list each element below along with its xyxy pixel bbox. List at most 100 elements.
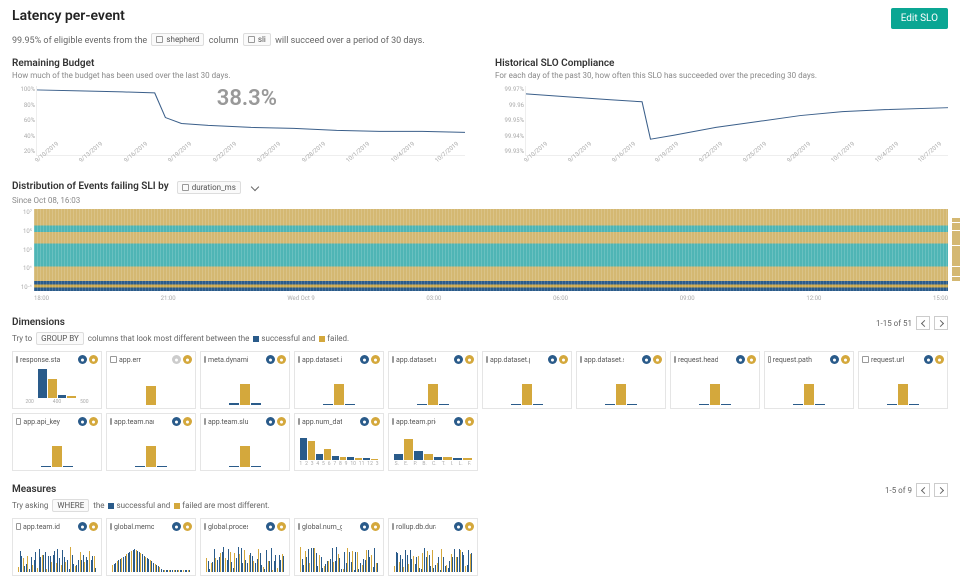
target-icon[interactable]: ●: [559, 355, 568, 364]
target-icon[interactable]: ●: [653, 355, 662, 364]
target-icon[interactable]: ●: [183, 355, 192, 364]
target-icon[interactable]: ●: [266, 417, 275, 426]
field-icon: [298, 523, 300, 530]
target-icon[interactable]: ●: [924, 355, 933, 364]
dimension-card[interactable]: app.team.name●●: [106, 413, 196, 471]
target-icon[interactable]: ●: [935, 355, 944, 364]
card-label: app.team.prici…: [396, 418, 436, 426]
target-icon[interactable]: ●: [78, 355, 87, 364]
dimensions-next-button[interactable]: [934, 316, 948, 330]
budget-title: Remaining Budget: [12, 58, 465, 69]
budget-subtitle: How much of the budget has been used ove…: [12, 71, 465, 80]
target-icon[interactable]: ●: [454, 417, 463, 426]
groupby-tag[interactable]: GROUP BY: [36, 332, 84, 345]
target-icon[interactable]: ●: [747, 355, 756, 364]
heatmap-field-tag[interactable]: duration_ms: [177, 181, 241, 194]
target-icon[interactable]: ●: [360, 522, 369, 531]
dimension-card[interactable]: app.dataset.na…●●: [388, 351, 478, 409]
heatmap-xaxis: 18:0021:00Wed Oct 903:0006:0009:0012:001…: [34, 295, 948, 302]
chevron-down-icon[interactable]: [249, 182, 261, 194]
target-icon[interactable]: ●: [360, 355, 369, 364]
dimension-card[interactable]: app.err●●: [106, 351, 196, 409]
dimension-card[interactable]: global.num_gor… ●●: [294, 518, 384, 576]
dimension-card[interactable]: global.memory_…●●: [106, 518, 196, 576]
target-icon[interactable]: ●: [89, 522, 98, 531]
card-label: response.statu…: [20, 356, 60, 364]
target-icon[interactable]: ●: [89, 417, 98, 426]
target-icon[interactable]: ●: [266, 522, 275, 531]
target-icon[interactable]: ●: [736, 355, 745, 364]
compliance-title: Historical SLO Compliance: [495, 58, 948, 69]
target-icon[interactable]: ●: [371, 417, 380, 426]
field-icon: [862, 356, 869, 363]
card-chart: [110, 366, 192, 405]
target-icon[interactable]: ●: [78, 522, 87, 531]
target-icon[interactable]: ●: [830, 355, 839, 364]
dimension-card[interactable]: app.dataset.sl… ●●: [576, 351, 666, 409]
where-tag[interactable]: WHERE: [52, 499, 89, 512]
measures-pager: 1-5 of 9: [885, 483, 948, 497]
target-icon[interactable]: ●: [183, 417, 192, 426]
budget-yaxis: 100%80%60%40%20%: [15, 86, 35, 155]
field-icon: [110, 523, 112, 530]
sli-tag[interactable]: sli: [243, 33, 271, 46]
card-label: global.num_gor…: [302, 523, 342, 531]
target-icon[interactable]: ●: [371, 355, 380, 364]
target-icon[interactable]: ●: [360, 417, 369, 426]
dimension-card[interactable]: global.process…●●: [200, 518, 290, 576]
target-icon[interactable]: ●: [277, 417, 286, 426]
dimension-card[interactable]: app.team.prici…●●S.E.P.B.C.T.I.L.F.: [388, 413, 478, 471]
target-icon[interactable]: ●: [454, 355, 463, 364]
dimension-card[interactable]: app.dataset.pa…●●: [482, 351, 572, 409]
target-icon[interactable]: ●: [548, 355, 557, 364]
sli-icon: [248, 36, 255, 43]
target-icon[interactable]: ●: [266, 355, 275, 364]
compliance-xaxis: 9/10/20199/13/20199/16/20199/19/20199/22…: [525, 158, 948, 165]
dimension-card[interactable]: rollup.db.dura… ●●: [388, 518, 478, 576]
target-icon[interactable]: ●: [465, 522, 474, 531]
card-label: app.team.slug: [208, 418, 248, 426]
target-icon[interactable]: ●: [277, 522, 286, 531]
column-tag[interactable]: shepherd: [151, 33, 204, 46]
dimension-card[interactable]: request.header…●●: [670, 351, 760, 409]
target-icon[interactable]: ●: [642, 355, 651, 364]
card-chart: [110, 533, 192, 572]
dimension-card[interactable]: app.dataset.id●●: [294, 351, 384, 409]
target-icon[interactable]: ●: [841, 355, 850, 364]
target-icon[interactable]: ●: [183, 522, 192, 531]
dimension-card[interactable]: request.path●●: [764, 351, 854, 409]
dimensions-prev-button[interactable]: [916, 316, 930, 330]
target-icon[interactable]: ●: [172, 417, 181, 426]
dimension-card[interactable]: request.url●●: [858, 351, 948, 409]
dimension-card[interactable]: app.num_dataso…●●1234567891011123: [294, 413, 384, 471]
card-label: app.dataset.sl…: [584, 356, 624, 364]
card-chart: [298, 428, 380, 460]
card-label: app.team.id: [23, 523, 60, 531]
target-icon[interactable]: ●: [172, 522, 181, 531]
target-icon[interactable]: ●: [89, 355, 98, 364]
target-icon[interactable]: ●: [78, 417, 87, 426]
dimension-card[interactable]: meta.dynamic_s…●●: [200, 351, 290, 409]
target-icon[interactable]: ●: [454, 522, 463, 531]
target-icon[interactable]: ●: [465, 355, 474, 364]
card-label: app.api_key: [23, 418, 60, 426]
dimension-card[interactable]: response.statu…●●200400500: [12, 351, 102, 409]
target-icon[interactable]: ●: [371, 522, 380, 531]
dimension-card[interactable]: app.team.id ●●: [12, 518, 102, 576]
card-chart: [392, 533, 474, 572]
page-title: Latency per-event: [12, 8, 125, 24]
target-icon[interactable]: ●: [277, 355, 286, 364]
dimension-card[interactable]: app.team.slug ●●: [200, 413, 290, 471]
target-icon[interactable]: ●: [172, 355, 181, 364]
target-icon[interactable]: ●: [465, 417, 474, 426]
card-chart: [674, 366, 756, 405]
card-label: rollup.db.dura…: [396, 523, 436, 531]
heatmap-timerange: Since Oct 08, 16:03: [12, 196, 948, 205]
measures-prev-button[interactable]: [916, 483, 930, 497]
dimensions-hint: Try to GROUP BY columns that look most d…: [12, 332, 948, 345]
heatmap-title: Distribution of Events failing SLI by: [12, 181, 169, 192]
dimension-card[interactable]: app.api_key ●●: [12, 413, 102, 471]
heatmap-chart[interactable]: [34, 209, 948, 291]
measures-next-button[interactable]: [934, 483, 948, 497]
edit-slo-button[interactable]: Edit SLO: [891, 8, 948, 29]
